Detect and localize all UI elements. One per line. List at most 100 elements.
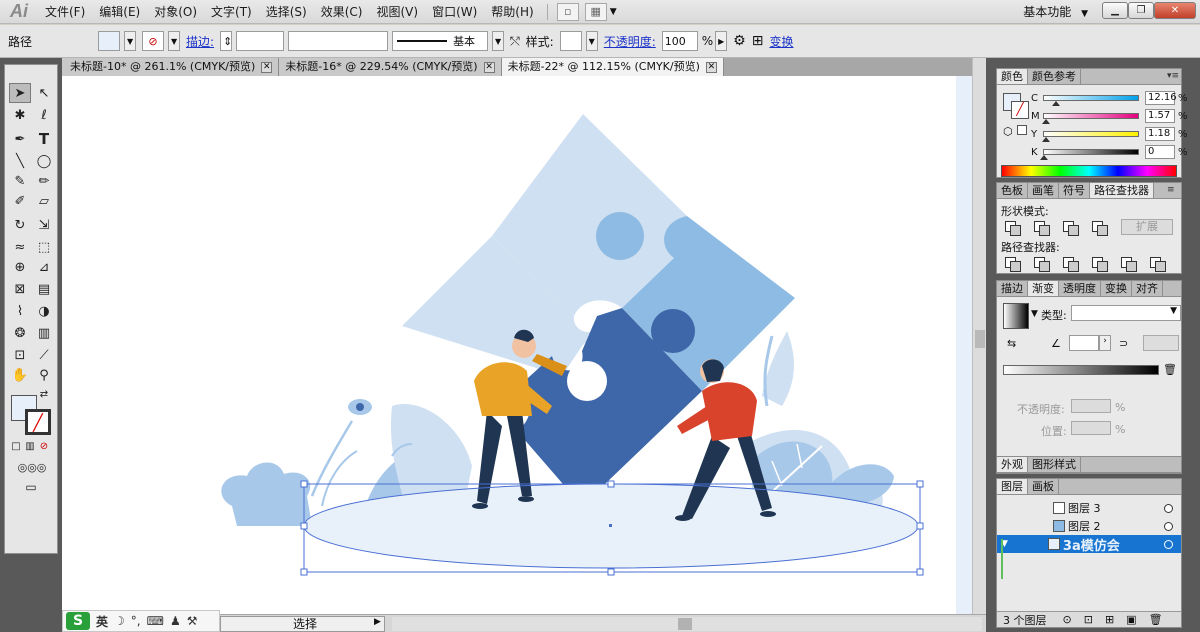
recolor-icon[interactable]: ⤲ [510, 34, 520, 49]
clipping-mask-icon[interactable]: ⊡ [1084, 613, 1093, 626]
tab-document-16[interactable]: 未标题-16* @ 229.54% (CMYK/预览) ✕ [279, 58, 502, 76]
slice-tool-icon[interactable]: ⟋ [33, 345, 55, 365]
align-icon[interactable]: ⚙ [733, 33, 746, 49]
menu-type[interactable]: 文字(T) [204, 0, 259, 24]
black-slider[interactable] [1040, 149, 1139, 160]
line-tool-icon[interactable]: ╲ [9, 151, 31, 171]
close-icon[interactable]: ✕ [483, 61, 495, 73]
graphic-style-swatch[interactable] [559, 31, 582, 51]
cube-icon[interactable]: ⬡ [1003, 125, 1013, 138]
tab-graphic-styles[interactable]: 图形样式 [1028, 457, 1081, 472]
gradient-tool-icon[interactable]: ▤ [33, 279, 55, 299]
delete-layer-icon[interactable]: 🗑 [1149, 613, 1163, 626]
angle-input[interactable] [1069, 335, 1099, 351]
stroke-color-box[interactable]: ╱ [25, 409, 51, 435]
wrench-icon[interactable]: ⚒ [187, 614, 198, 628]
aspect-ratio-input[interactable] [1143, 335, 1179, 351]
gradient-slider[interactable] [1003, 365, 1159, 375]
drawing-modes-icon[interactable]: ◎◎◎ [9, 459, 55, 475]
divide-icon[interactable] [1005, 257, 1021, 272]
tab-gradient[interactable]: 渐变 [1028, 281, 1059, 296]
fill-swatch[interactable] [98, 31, 121, 51]
gradient-preview-dropdown[interactable]: ▼ [1031, 309, 1038, 319]
stroke-weight-stepper[interactable]: ⇕ [220, 31, 232, 51]
white-swatch[interactable] [1017, 125, 1027, 135]
minimize-button[interactable]: ▁ [1102, 2, 1128, 19]
tab-stroke[interactable]: 描边 [997, 281, 1028, 296]
user-icon[interactable]: ♟ [170, 614, 181, 628]
warp-tool-icon[interactable]: ≈ [9, 237, 31, 257]
chevron-down-icon[interactable]: ▼ [610, 7, 617, 17]
tab-align[interactable]: 对齐 [1132, 281, 1163, 296]
blob-brush-tool-icon[interactable]: ✐ [9, 191, 31, 211]
tab-document-22[interactable]: 未标题-22* @ 112.15% (CMYK/预览) ✕ [501, 58, 724, 76]
symbol-sprayer-tool-icon[interactable]: ❂ [9, 323, 31, 343]
gradient-preview[interactable] [1003, 303, 1029, 329]
perspective-grid-tool-icon[interactable]: ⊿ [33, 257, 55, 277]
minus-back-icon[interactable] [1150, 257, 1166, 272]
tab-color[interactable]: 颜色 [997, 69, 1028, 84]
scale-tool-icon[interactable]: ⇲ [33, 215, 55, 235]
color-mode-icon[interactable]: □ [9, 439, 23, 453]
vertical-scrollbar[interactable] [972, 58, 986, 614]
ellipse-tool-icon[interactable]: ◯ [33, 151, 55, 171]
fill-dropdown[interactable]: ▼ [124, 31, 137, 51]
close-button[interactable]: ✕ [1154, 2, 1196, 19]
opacity-dropdown[interactable]: ▶ [715, 31, 728, 51]
status-arrow-icon[interactable]: ▶ [374, 617, 381, 627]
stroke-dropdown[interactable]: ▼ [168, 31, 181, 51]
locate-object-icon[interactable]: ⊙ [1063, 613, 1072, 626]
tab-layers[interactable]: 图层 [997, 479, 1028, 494]
screen-mode-icon[interactable]: ▭ [19, 479, 43, 495]
magenta-input[interactable]: 1.57 [1145, 109, 1175, 123]
target-icon[interactable] [1164, 521, 1173, 531]
menu-window[interactable]: 窗口(W) [425, 0, 484, 24]
tab-pathfinder[interactable]: 路径查找器 [1090, 183, 1154, 198]
direct-selection-tool-icon[interactable]: ↖ [33, 83, 55, 103]
layer-row[interactable]: 图层 3 [997, 499, 1181, 517]
opacity-link[interactable]: 不透明度: [604, 33, 656, 50]
paintbrush-tool-icon[interactable]: ✎ [9, 171, 31, 191]
vertical-scroll-thumb[interactable] [975, 330, 985, 348]
magenta-slider[interactable] [1042, 113, 1139, 124]
crop-icon[interactable] [1092, 257, 1108, 272]
menu-select[interactable]: 选择(S) [259, 0, 314, 24]
color-spectrum[interactable] [1001, 165, 1177, 177]
tab-transform[interactable]: 变换 [1101, 281, 1132, 296]
stroke-weight-input[interactable] [236, 31, 285, 51]
keyboard-icon[interactable]: ⌨ [147, 614, 164, 628]
ime-logo[interactable]: S [66, 612, 90, 630]
layer-row[interactable]: 图层 2 [997, 517, 1181, 535]
angle-icon[interactable]: ∠ [1051, 337, 1061, 350]
intersect-icon[interactable] [1063, 221, 1079, 236]
mesh-tool-icon[interactable]: ⊠ [9, 279, 31, 299]
opacity-input[interactable]: 100 [661, 31, 698, 51]
tab-color-guide[interactable]: 颜色参考 [1028, 69, 1081, 84]
lasso-tool-icon[interactable]: ℓ [33, 105, 55, 125]
type-tool-icon[interactable]: T [33, 129, 55, 149]
selection-tool-icon[interactable]: ➤ [9, 83, 31, 103]
brush-dropdown[interactable]: ▼ [492, 31, 505, 51]
moon-icon[interactable]: ☽ [114, 614, 125, 628]
brush-definition[interactable]: 基本 [392, 31, 489, 51]
close-icon[interactable]: ✕ [261, 61, 273, 73]
stroke-link[interactable]: 描边: [186, 33, 214, 50]
horizontal-scroll-thumb[interactable] [678, 618, 692, 630]
tab-transparency[interactable]: 透明度 [1059, 281, 1101, 296]
bridge-icon[interactable]: ▫ [556, 2, 579, 21]
gradient-mode-icon[interactable]: ▥ [23, 439, 37, 453]
gradient-type-select[interactable]: ▼ [1071, 305, 1181, 321]
menu-view[interactable]: 视图(V) [369, 0, 425, 24]
artboard-tool-icon[interactable]: ⊡ [9, 345, 31, 365]
yellow-input[interactable]: 1.18 [1145, 127, 1175, 141]
eyedropper-tool-icon[interactable]: ⌇ [9, 301, 31, 321]
menu-help[interactable]: 帮助(H) [484, 0, 540, 24]
restore-button[interactable]: ❐ [1128, 2, 1154, 19]
variable-width-profile[interactable] [288, 31, 389, 51]
angle-dropdown[interactable]: › [1099, 335, 1111, 351]
ime-language[interactable]: 英 [96, 613, 108, 630]
swap-colors-icon[interactable]: ⇄ [37, 387, 51, 401]
cyan-input[interactable]: 12.16 [1145, 91, 1177, 105]
style-dropdown[interactable]: ▼ [585, 31, 598, 51]
graph-tool-icon[interactable]: ▥ [33, 323, 55, 343]
